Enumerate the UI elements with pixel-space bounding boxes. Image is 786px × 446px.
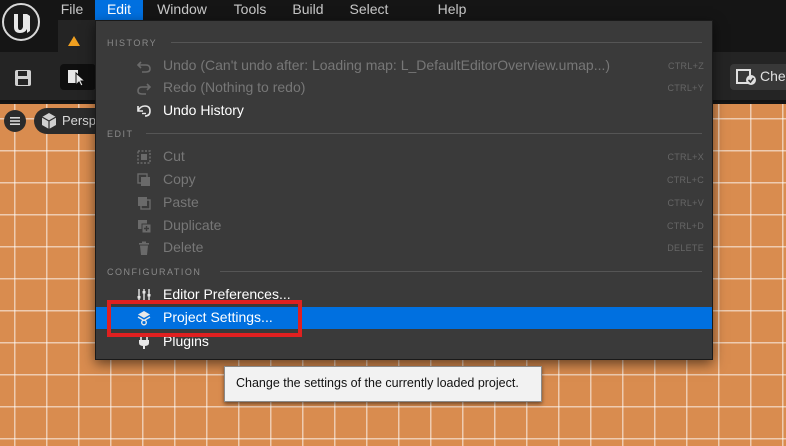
menu-build[interactable]: Build (284, 0, 332, 20)
redo-menu-item[interactable]: Redo (Nothing to redo) CTRL+Y (96, 77, 712, 99)
paste-shortcut: CTRL+V (667, 198, 704, 208)
unreal-engine-logo-icon[interactable] (0, 0, 44, 48)
delete-label: Delete (163, 239, 204, 255)
paste-menu-item[interactable]: Paste CTRL+V (96, 192, 712, 214)
menu-bar: File Edit Window Tools Build Select Help (0, 0, 786, 20)
menu-window[interactable]: Window (146, 0, 218, 20)
cut-label: Cut (163, 148, 185, 164)
cube-icon (41, 113, 57, 129)
duplicate-shortcut: CTRL+D (666, 221, 704, 231)
section-divider (171, 42, 702, 43)
paste-icon (138, 197, 151, 210)
copy-menu-item[interactable]: Copy CTRL+C (96, 169, 712, 191)
menu-file[interactable]: File (52, 0, 92, 20)
checkout-icon (736, 69, 756, 85)
paste-label: Paste (163, 194, 199, 210)
section-header-configuration: CONFIGURATION (107, 267, 202, 277)
select-mode-icon (68, 70, 87, 87)
cut-shortcut: CTRL+X (667, 152, 704, 162)
tooltip-text: Change the settings of the currently loa… (236, 376, 519, 390)
section-divider (146, 133, 702, 134)
undo-icon (136, 61, 151, 73)
checkout-label: Che (760, 68, 786, 84)
duplicate-menu-item[interactable]: Duplicate CTRL+D (96, 215, 712, 237)
save-icon (15, 70, 31, 86)
undo-menu-item[interactable]: Undo (Can't undo after: Loading map: L_D… (96, 55, 712, 77)
copy-shortcut: CTRL+C (666, 175, 704, 185)
cut-menu-item[interactable]: Cut CTRL+X (96, 146, 712, 168)
duplicate-label: Duplicate (163, 217, 222, 233)
menu-help[interactable]: Help (432, 0, 472, 20)
save-button[interactable] (4, 64, 32, 90)
delete-icon (139, 241, 149, 255)
duplicate-icon (138, 220, 152, 234)
viewport-options-button[interactable] (4, 110, 26, 132)
section-header-edit: EDIT (107, 129, 134, 139)
redo-shortcut: CTRL+Y (667, 83, 704, 93)
undo-history-icon (137, 105, 151, 117)
delete-menu-item[interactable]: Delete DELETE (96, 237, 712, 259)
undo-shortcut: CTRL+Z (667, 61, 704, 71)
perspective-label: Persp (62, 113, 96, 128)
menu-select[interactable]: Select (341, 0, 397, 20)
redo-label: Redo (Nothing to redo) (163, 79, 306, 95)
section-divider (220, 271, 702, 272)
copy-label: Copy (163, 171, 196, 187)
hamburger-icon (10, 117, 20, 125)
cut-icon (137, 150, 151, 164)
checkout-button[interactable]: Che (730, 64, 786, 90)
undo-label: Undo (Can't undo after: Loading map: L_D… (163, 57, 611, 73)
section-header-history: HISTORY (107, 38, 158, 48)
undo-history-label: Undo History (163, 102, 244, 118)
redo-icon (137, 83, 152, 95)
level-icon (68, 36, 80, 46)
copy-icon (137, 173, 150, 186)
select-mode-button[interactable] (60, 64, 96, 90)
undo-history-menu-item[interactable]: Undo History (96, 100, 712, 122)
menu-tools[interactable]: Tools (226, 0, 274, 20)
menu-edit[interactable]: Edit (95, 0, 143, 20)
annotation-highlight-box (107, 300, 302, 337)
tooltip: Change the settings of the currently loa… (224, 366, 542, 402)
delete-shortcut: DELETE (667, 243, 704, 253)
